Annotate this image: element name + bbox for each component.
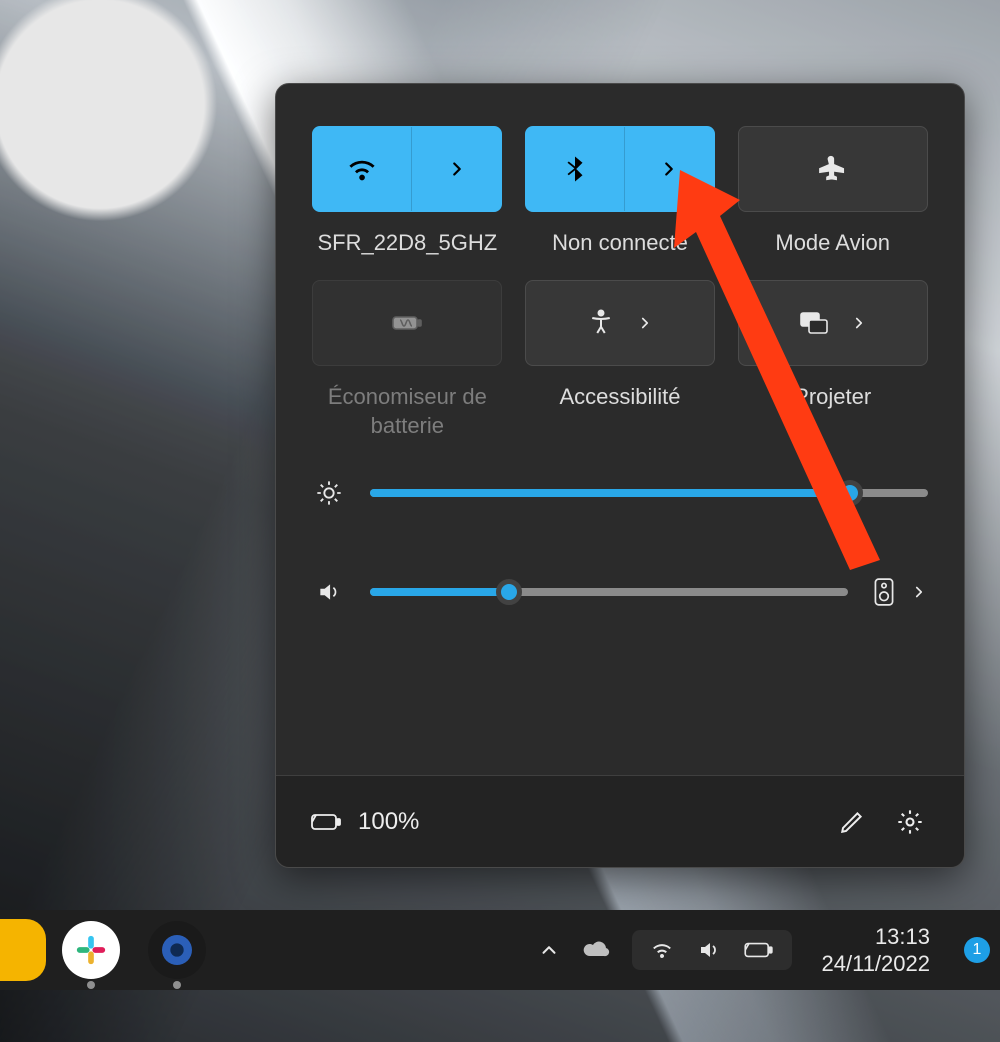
project-label: Projeter	[794, 382, 871, 412]
tray-network-volume-battery[interactable]	[632, 930, 792, 970]
battery-saver-toggle[interactable]	[312, 280, 502, 366]
battery-saver-icon	[313, 281, 501, 365]
taskbar-app-slack[interactable]	[62, 921, 120, 979]
tray-overflow-button[interactable]	[538, 939, 560, 961]
chevron-right-icon	[850, 314, 868, 332]
volume-row	[312, 577, 928, 607]
battery-text: 100%	[358, 808, 419, 836]
bluetooth-icon	[526, 127, 624, 211]
brightness-slider[interactable]	[370, 489, 928, 497]
airplane-label: Mode Avion	[775, 228, 890, 258]
airplane-icon	[739, 127, 927, 211]
volume-icon	[312, 579, 346, 605]
quick-settings-sliders	[276, 451, 964, 643]
taskbar-date: 24/11/2022	[822, 950, 930, 978]
notification-badge[interactable]: 1	[964, 937, 990, 963]
tile-battery-saver: Économiseur de batterie	[312, 280, 503, 441]
bluetooth-toggle[interactable]	[525, 126, 715, 212]
slack-icon	[74, 933, 108, 967]
quick-settings-panel: SFR_22D8_5GHZ Non connecté Mode Avion	[275, 83, 965, 868]
brightness-icon	[312, 479, 346, 507]
chevron-up-icon	[538, 939, 560, 961]
taskbar-start-peek[interactable]	[0, 919, 46, 981]
accessibility-icon	[526, 281, 714, 365]
project-icon	[739, 281, 927, 365]
wifi-icon	[313, 127, 411, 211]
taskbar-time: 13:13	[822, 923, 930, 951]
gear-icon	[896, 808, 924, 836]
wifi-icon	[648, 938, 676, 962]
cloud-icon	[582, 940, 610, 960]
volume-icon	[696, 938, 722, 962]
airplane-toggle[interactable]	[738, 126, 928, 212]
audio-output-expand[interactable]	[910, 583, 928, 601]
battery-icon[interactable]	[308, 809, 344, 835]
edit-quick-settings-button[interactable]	[830, 800, 874, 844]
tile-airplane: Mode Avion	[737, 126, 928, 258]
audio-output-icon[interactable]	[872, 577, 896, 607]
taskbar: 13:13 24/11/2022 1	[0, 910, 1000, 990]
project-toggle[interactable]	[738, 280, 928, 366]
chevron-right-icon	[636, 314, 654, 332]
chevron-right-icon	[658, 158, 680, 180]
volume-slider[interactable]	[370, 588, 848, 596]
bluetooth-expand[interactable]	[624, 127, 714, 211]
gear-icon	[157, 930, 197, 970]
chevron-right-icon	[446, 158, 468, 180]
brightness-row	[312, 479, 928, 507]
battery-saver-label: Économiseur de batterie	[312, 382, 503, 441]
accessibility-label: Accessibilité	[559, 382, 680, 412]
onedrive-tray-icon[interactable]	[582, 940, 610, 960]
bluetooth-label: Non connecté	[552, 228, 688, 258]
chevron-right-icon	[910, 583, 928, 601]
accessibility-toggle[interactable]	[525, 280, 715, 366]
quick-settings-footer: 100%	[276, 775, 964, 867]
open-settings-button[interactable]	[888, 800, 932, 844]
wifi-label: SFR_22D8_5GHZ	[317, 228, 497, 258]
battery-icon	[742, 939, 776, 961]
taskbar-app-settings[interactable]	[148, 921, 206, 979]
tile-accessibility: Accessibilité	[525, 280, 716, 441]
wifi-expand[interactable]	[411, 127, 501, 211]
taskbar-clock[interactable]: 13:13 24/11/2022	[822, 923, 930, 978]
pencil-icon	[839, 809, 865, 835]
wifi-toggle[interactable]	[312, 126, 502, 212]
system-tray: 13:13 24/11/2022 1	[538, 923, 990, 978]
tile-wifi: SFR_22D8_5GHZ	[312, 126, 503, 258]
tile-bluetooth: Non connecté	[525, 126, 716, 258]
tile-project: Projeter	[737, 280, 928, 441]
quick-settings-tiles: SFR_22D8_5GHZ Non connecté Mode Avion	[276, 84, 964, 451]
